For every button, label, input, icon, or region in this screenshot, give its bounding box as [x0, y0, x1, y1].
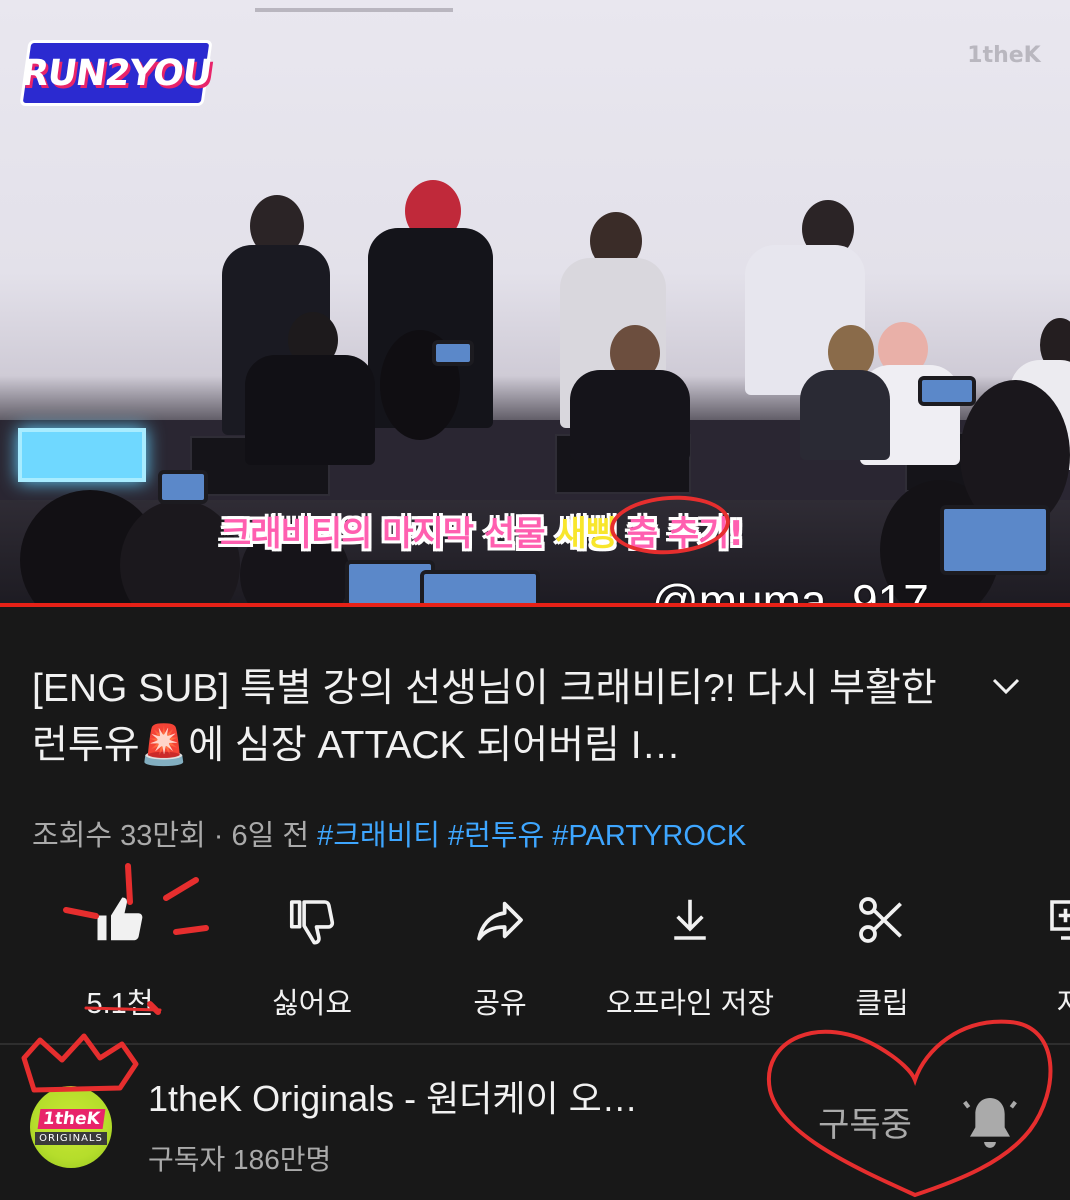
subscriber-count: 구독자 186만명 [148, 1144, 332, 1175]
clip-label: 클립 [855, 988, 909, 1020]
upload-age: 6일 전 [231, 820, 310, 852]
share-icon [470, 890, 530, 950]
save-icon [1040, 890, 1070, 950]
hashtags[interactable]: #크래비티 #런투유 #PARTYROCK [309, 820, 746, 852]
status-strip [255, 8, 453, 12]
user-watermark: @muma_917 [652, 575, 929, 606]
thumbs-up-icon [90, 890, 150, 950]
thumbs-down-icon [282, 890, 342, 950]
save-label: 저 [1057, 980, 1070, 1022]
stage-light [18, 428, 146, 482]
download-icon [660, 890, 720, 950]
scissors-icon [852, 890, 912, 950]
dislike-button[interactable]: 싫어요 [212, 890, 412, 1022]
channel-avatar[interactable]: 1theK ORIGINALS [30, 1086, 112, 1168]
action-bar: 5.1천 싫어요 공유 오프라인 저장 클립 저 [0, 890, 1070, 1020]
video-subtitle: 크래비티의 마지막 선물 새삥 춤 추기! [220, 514, 744, 554]
audience-phone [940, 505, 1050, 575]
bell-icon[interactable] [958, 1090, 1022, 1154]
video-progress-bar[interactable] [0, 603, 1070, 607]
like-count: 5.1천 [86, 988, 154, 1020]
audience-phone [158, 470, 208, 504]
audience-phone [432, 340, 474, 366]
video-player[interactable]: RUN2YOU 1theK 크래비티의 마지막 선물 새삥 춤 추기! @mum… [0, 0, 1070, 606]
share-label: 공유 [473, 988, 527, 1020]
audience-phone [918, 376, 976, 406]
share-button[interactable]: 공유 [400, 890, 600, 1022]
view-count: 조회수 33만회 [32, 820, 206, 852]
audience-phone [420, 570, 540, 606]
dislike-label: 싫어요 [271, 988, 353, 1020]
download-button[interactable]: 오프라인 저장 [590, 890, 790, 1022]
section-divider [0, 1043, 1070, 1045]
channel-watermark-logo: 1theK [967, 42, 1041, 68]
show-logo: RUN2YOU [18, 40, 214, 106]
video-title[interactable]: [ENG SUB] 특별 강의 선생님이 크래비티?! 다시 부활한 런투유🚨에… [32, 660, 952, 774]
chevron-down-icon[interactable] [988, 668, 1024, 704]
download-label: 오프라인 저장 [605, 988, 775, 1020]
save-button[interactable]: 저 [970, 890, 1070, 1022]
clip-button[interactable]: 클립 [782, 890, 982, 1022]
subscribed-button[interactable]: 구독중 [800, 1086, 930, 1156]
like-button[interactable]: 5.1천 [20, 890, 220, 1022]
channel-name[interactable]: 1theK Originals - 원더케이 오… [148, 1070, 638, 1122]
video-metadata: 조회수 33만회 · 6일 전 #크래비티 #런투유 #PARTYROCK [32, 820, 747, 852]
